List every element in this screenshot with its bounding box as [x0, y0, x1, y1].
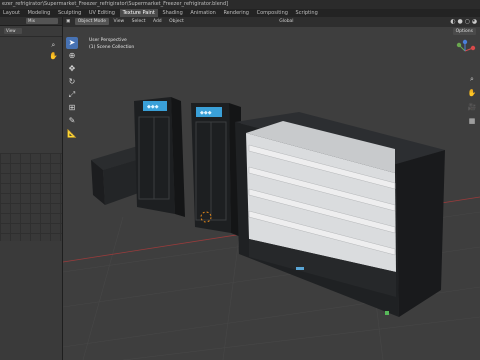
view-perspective-label: User Perspective — [89, 38, 127, 43]
tab-layout[interactable]: Layout — [0, 9, 23, 17]
svg-text:◆◆◆: ◆◆◆ — [200, 110, 212, 116]
tab-compositing[interactable]: Compositing — [254, 9, 291, 17]
zoom-icon[interactable]: ⌕ — [466, 72, 478, 86]
scene-render: ◆◆◆ ◆◆◆ — [63, 97, 480, 360]
svg-text:◆◆◆: ◆◆◆ — [147, 104, 159, 110]
menu-add[interactable]: Add — [150, 17, 165, 27]
transform-icon[interactable]: ⊞ — [66, 102, 78, 114]
tab-uv-editing[interactable]: UV Editing — [86, 9, 118, 17]
pan-icon[interactable]: ✋ — [466, 86, 478, 100]
cursor-3d-icon[interactable]: ⊕ — [66, 50, 78, 62]
transform-orientation-select[interactable]: Global — [276, 17, 296, 27]
menu-select[interactable]: Select — [129, 17, 149, 27]
viewport-nav-buttons: ⌕ ✋ 🎥 ▦ — [466, 72, 478, 128]
tab-scripting[interactable]: Scripting — [293, 9, 321, 17]
tab-texture-paint[interactable]: Texture Paint — [119, 9, 158, 17]
window-title: ezer_refrigirator\Supermarket_Freezer_re… — [2, 1, 229, 7]
tab-rendering[interactable]: Rendering — [220, 9, 252, 17]
collection-label: (1) Scene Collection — [89, 45, 135, 50]
menu-object[interactable]: Object — [166, 17, 187, 27]
scale-icon[interactable]: ⤢ — [66, 89, 78, 101]
tab-modeling[interactable]: Modeling — [25, 9, 54, 17]
chiller-logo — [296, 267, 304, 270]
upright-fridge-2[interactable]: ◆◆◆ — [191, 103, 241, 237]
open-chiller[interactable] — [235, 112, 445, 317]
cursor-select-icon[interactable]: ➤ — [66, 37, 78, 49]
tool-shelf: ➤ ⊕ ✥ ↻ ⤢ ⊞ ✎ 📐 — [66, 37, 78, 141]
tab-sculpting[interactable]: Sculpting — [55, 9, 84, 17]
image-name-field[interactable]: Mix — [26, 18, 58, 24]
viewport-info: User Perspective (1) Scene Collection — [89, 37, 134, 51]
menu-view[interactable]: View — [111, 17, 128, 27]
editor-type-icon[interactable]: ▣ — [63, 17, 73, 27]
view-field[interactable]: View — [4, 28, 22, 34]
options-button[interactable]: Options — [452, 28, 476, 35]
move-icon[interactable]: ✥ — [66, 63, 78, 75]
title-bar: ezer_refrigirator\Supermarket_Freezer_re… — [0, 0, 480, 9]
mode-select[interactable]: Object Mode — [74, 18, 110, 25]
image-editor-header: Mix — [0, 17, 62, 26]
orientation-label: Global — [279, 19, 294, 24]
tab-animation[interactable]: Animation — [187, 9, 219, 17]
shading-buttons[interactable]: ◐ ● ○ ◕ — [450, 18, 477, 26]
zoom-icon[interactable]: ⌕ — [49, 40, 58, 51]
rotate-icon[interactable]: ↻ — [66, 76, 78, 88]
camera-icon[interactable]: 🎥 — [466, 100, 478, 114]
navigation-gizmo[interactable] — [453, 39, 477, 63]
image-editor-toolbar: View — [0, 26, 62, 37]
viewport-header: ▣ Object Mode View Select Add Object Glo… — [63, 17, 480, 27]
image-nav-icons: ⌕ ✋ — [49, 40, 58, 62]
pan-icon[interactable]: ✋ — [49, 51, 58, 62]
measure-icon[interactable]: 📐 — [66, 128, 78, 140]
image-canvas-grid[interactable] — [0, 153, 62, 241]
upright-fridge-1[interactable]: ◆◆◆ — [134, 97, 185, 217]
annotate-icon[interactable]: ✎ — [66, 115, 78, 127]
grid-icon[interactable]: ▦ — [466, 114, 478, 128]
workspace-tabs: Layout Modeling Sculpting UV Editing Tex… — [0, 9, 480, 17]
3d-viewport[interactable]: ◆◆◆ ◆◆◆ ▣ Object Mode View Select Add Ob… — [63, 17, 480, 360]
image-editor-panel: Mix View ⌕ ✋ — [0, 17, 63, 360]
tab-shading[interactable]: Shading — [159, 9, 185, 17]
chiller-indicator-light — [385, 311, 389, 315]
